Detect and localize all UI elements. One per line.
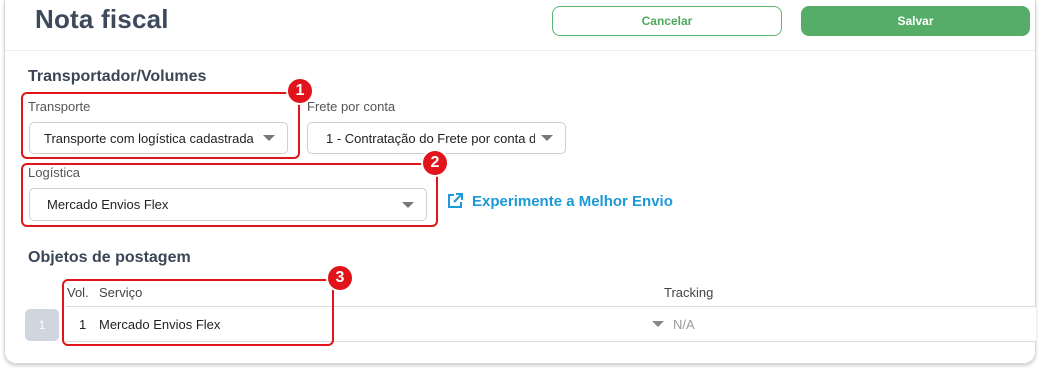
cancel-button[interactable]: Cancelar [552,6,782,36]
frete-label: Frete por conta [307,99,396,114]
page-title: Nota fiscal [35,4,169,34]
annotation-box-1 [21,92,300,159]
annotation-badge-3: 3 [326,264,354,292]
chevron-down-icon[interactable] [652,321,664,327]
annotation-box-3 [62,279,334,346]
page-header: Nota fiscal Cancelar Salvar [5,0,1035,51]
melhor-envio-link[interactable]: Experimente a Melhor Envio [446,192,673,210]
frete-select-value: 1 - Contratação do Frete por conta do [326,130,535,146]
melhor-envio-link-label: Experimente a Melhor Envio [472,192,673,210]
row-tracking: N/A [673,317,695,332]
section-title-objetos: Objetos de postagem [28,249,191,266]
save-button[interactable]: Salvar [801,6,1030,36]
section-title-transportador: Transportador/Volumes [28,68,207,85]
volume-tab[interactable]: 1 [25,309,59,341]
chevron-down-icon [541,135,553,141]
column-header-tracking: Tracking [664,285,714,300]
annotation-box-2 [21,163,438,227]
annotation-badge-1: 1 [286,77,314,105]
external-link-icon [448,193,463,208]
annotation-badge-2: 2 [421,149,449,177]
